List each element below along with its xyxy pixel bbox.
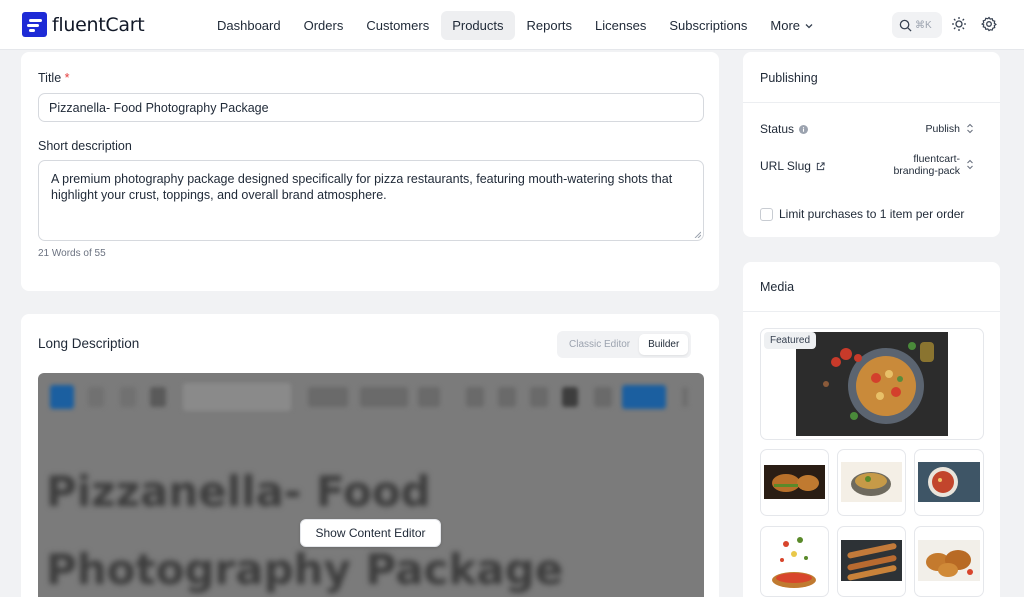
nav-reports[interactable]: Reports [516,11,584,40]
publishing-divider [743,102,1000,103]
burger-photo [764,465,825,499]
brand-logo[interactable]: fluentCart [22,12,145,37]
editor-mode-toggle: Classic Editor Builder [557,331,692,358]
limit-purchases-checkbox[interactable] [760,208,773,221]
limit-purchases-label[interactable]: Limit purchases to 1 item per order [779,207,964,221]
nav-products[interactable]: Products [441,11,515,40]
classic-editor-tab[interactable]: Classic Editor [560,334,639,355]
brand-name: fluentCart [52,13,145,36]
nav-customers[interactable]: Customers [355,11,440,40]
status-select[interactable]: Publish [900,123,960,135]
status-label: Status [760,122,809,136]
editor-save-button-blurred [622,385,666,409]
url-slug-value[interactable]: fluentcart- branding-pack [870,153,960,177]
block-editor-preview: Pizzanella- Food Photography Package [38,373,704,597]
resize-handle-icon[interactable] [694,231,701,238]
short-description-textarea[interactable]: A premium photography package designed s… [38,160,704,241]
fried-chicken-photo [918,540,980,581]
url-slug-chevron-icon[interactable] [966,159,974,170]
status-chevron-icon[interactable] [966,123,974,134]
editor-redo-icon [120,387,136,407]
external-link-icon[interactable] [816,161,825,171]
top-navigation-bar: fluentCart Dashboard Orders Customers Pr… [0,0,1024,50]
url-slug-line-2: branding-pack [893,165,960,177]
media-title: Media [760,280,795,294]
editor-toolbar [38,373,704,421]
editor-tool-icon [150,387,166,407]
nav-subscriptions[interactable]: Subscriptions [658,11,758,40]
title-input[interactable]: Pizzanella- Food Photography Package [38,93,704,122]
settings-gear-icon[interactable] [981,16,997,32]
editor-tab-blurred [308,387,348,407]
editor-icon-blurred-5 [594,387,612,407]
nav-orders[interactable]: Orders [293,11,355,40]
pasta-plate-illustration [796,332,948,436]
pizza-photo [764,530,825,592]
editor-tab-blurred-3 [418,387,440,407]
editor-icon-blurred-4 [562,387,578,407]
status-label-text: Status [760,122,795,136]
chevron-down-icon [805,23,813,28]
url-slug-line-1: fluentcart- [913,153,960,165]
editor-add-block-icon [50,385,74,409]
word-count: 21 Words of 55 [38,248,106,259]
url-slug-label: URL Slug [760,159,825,173]
builder-tab[interactable]: Builder [639,334,689,355]
editor-template-select [183,383,291,411]
nav-more-label: More [770,18,801,33]
media-thumb-noodle-bowl[interactable] [841,462,902,502]
editor-icon-blurred-3 [530,387,548,407]
nav-more[interactable]: More [759,11,825,40]
editor-options-icon [682,387,688,407]
editor-undo-icon [88,387,104,407]
media-thumb-pizza[interactable] [764,530,825,592]
required-mark: * [64,71,70,85]
editor-tab-blurred-2 [360,387,408,407]
nav-licenses[interactable]: Licenses [584,11,657,40]
featured-image-pasta-photo[interactable] [796,332,948,436]
title-label-text: Title [38,71,62,85]
media-thumb-burger[interactable] [764,465,825,499]
media-divider [743,311,1000,312]
preview-heading-line-2: Photography Package [46,545,564,594]
show-content-editor-button[interactable]: Show Content Editor [300,519,441,547]
noodle-bowl-photo [841,462,902,502]
fluentcart-logo-icon [22,12,47,37]
info-icon[interactable] [799,124,809,134]
title-label: Title * [38,71,70,85]
preview-heading-line-1: Pizzanella- Food [46,467,431,516]
editor-icon-blurred-1 [466,387,484,407]
long-description-title: Long Description [38,336,140,351]
media-thumb-skewers[interactable] [841,540,902,581]
skewers-photo [841,540,902,581]
publishing-title: Publishing [760,71,818,85]
url-slug-label-text: URL Slug [760,159,811,173]
nav-dashboard[interactable]: Dashboard [206,11,292,40]
main-nav: Dashboard Orders Customers Products Repo… [206,11,826,40]
soup-bowl-photo [918,462,980,502]
featured-badge: Featured [764,332,817,349]
media-thumb-soup-bowl[interactable] [918,462,980,502]
media-thumb-fried-chicken[interactable] [918,540,980,581]
short-description-label: Short description [38,139,132,153]
search-shortcut: ⌘K [915,19,932,31]
short-description-text: A premium photography package designed s… [51,172,673,202]
search-icon [899,19,912,32]
editor-icon-blurred-2 [498,387,516,407]
search-button[interactable]: ⌘K [892,12,942,38]
theme-toggle-sun-icon[interactable] [951,16,967,32]
